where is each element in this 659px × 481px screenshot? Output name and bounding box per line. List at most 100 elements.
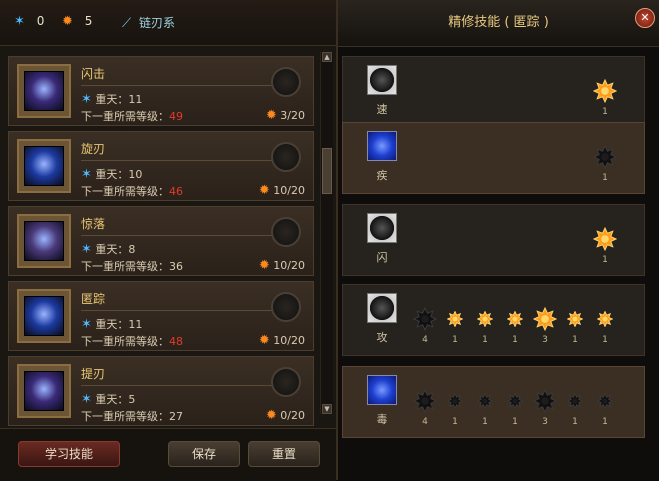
divider <box>81 310 273 311</box>
skill-row[interactable]: 惊落 ✶ 重天：8 下一重所需等级：36 ✹ 10/20 <box>8 206 314 276</box>
learn-skill-button[interactable]: 学习技能 <box>18 441 120 467</box>
refine-node[interactable]: 3 <box>533 307 557 345</box>
skill-layer: ✶ 重天：5 <box>81 391 135 407</box>
bottom-bar: 学习技能 保存 重置 <box>0 428 336 481</box>
skill-row[interactable]: 提刃 ✶ 重天：5 下一重所需等级：27 ✹ 0/20 <box>8 356 314 426</box>
orange-star-icon: ✹ <box>62 14 73 29</box>
save-button[interactable]: 保存 <box>168 441 240 467</box>
blade-icon: ⟋ <box>122 16 132 31</box>
orange-star-icon: ✹ <box>258 333 270 348</box>
next-level-requirement: 下一重所需等级：36 <box>81 258 183 274</box>
next-level-label: 下一重所需等级： <box>81 185 169 198</box>
refine-node[interactable]: 1 <box>567 393 583 427</box>
skill-list-scrollbar[interactable]: ▲ ▼ <box>320 52 333 414</box>
layer-text: 重天：10 <box>95 168 143 181</box>
refine-node[interactable]: 1 <box>593 145 617 183</box>
blue-star-count: 0 <box>36 14 45 28</box>
refine-node[interactable]: 1 <box>507 393 523 427</box>
refine-node[interactable]: 1 <box>507 311 523 345</box>
refine-node[interactable]: 1 <box>447 311 463 345</box>
refine-row-label: 疾 <box>376 169 388 182</box>
refine-node[interactable]: 1 <box>447 393 463 427</box>
next-level-value: 48 <box>169 335 183 348</box>
blue-star-icon: ✶ <box>81 242 92 257</box>
next-level-requirement: 下一重所需等级：46 <box>81 183 183 199</box>
blue-star-stat: ✶ 0 <box>14 14 44 29</box>
refine-skill-icon[interactable] <box>367 213 397 243</box>
refine-node[interactable]: 3 <box>533 389 557 427</box>
next-level-label: 下一重所需等级： <box>81 260 169 273</box>
refine-skill-icon[interactable] <box>367 375 397 405</box>
node-count: 1 <box>482 335 488 345</box>
refine-row: 闪 1 <box>342 204 645 276</box>
skill-icon-frame[interactable] <box>17 214 71 268</box>
blue-star-icon: ✶ <box>14 14 25 29</box>
blue-star-icon: ✶ <box>81 317 92 332</box>
node-count: 4 <box>422 335 428 345</box>
orange-star-icon: ✹ <box>265 108 277 123</box>
class-name: 链刃系 <box>138 16 175 30</box>
next-level-value: 36 <box>169 260 183 273</box>
refine-skill-icon[interactable] <box>367 131 397 161</box>
skill-slot-button[interactable] <box>271 367 301 397</box>
panel-title: 精修技能 ( 匿踪 ) <box>338 0 659 47</box>
skill-icon-frame[interactable] <box>17 289 71 343</box>
skill-layer: ✶ 重天：11 <box>81 91 142 107</box>
skill-slot-button[interactable] <box>271 142 301 172</box>
divider <box>81 385 273 386</box>
skill-name: 提刃 <box>81 367 106 381</box>
divider <box>81 235 273 236</box>
skill-row[interactable]: 闪击 ✶ 重天：11 下一重所需等级：49 ✹ 3/20 <box>8 56 314 126</box>
skill-slot-button[interactable] <box>271 292 301 322</box>
skill-points: ✹ 0/20 <box>266 408 305 423</box>
refine-skill-icon[interactable] <box>367 65 397 95</box>
layer-text: 重天：11 <box>95 93 143 106</box>
refine-skill-icon[interactable] <box>367 293 397 323</box>
skill-name: 惊落 <box>81 217 106 231</box>
refine-node[interactable]: 4 <box>413 389 437 427</box>
skill-slot-button[interactable] <box>271 67 301 97</box>
orange-star-stat: ✹ 5 <box>62 14 92 29</box>
orange-star-icon: ✹ <box>258 258 270 273</box>
blue-star-icon: ✶ <box>81 92 92 107</box>
refine-node[interactable]: 1 <box>477 311 493 345</box>
points-text: 10/20 <box>273 184 305 197</box>
node-count: 1 <box>452 335 458 345</box>
reset-button[interactable]: 重置 <box>248 441 320 467</box>
layer-text: 重天：11 <box>95 318 143 331</box>
skill-portrait-icon <box>24 296 64 336</box>
node-count: 1 <box>572 335 578 345</box>
skill-icon-frame[interactable] <box>17 139 71 193</box>
refine-node[interactable]: 1 <box>593 227 617 265</box>
skill-slot-button[interactable] <box>271 217 301 247</box>
next-level-label: 下一重所需等级： <box>81 335 169 348</box>
skill-points: ✹ 10/20 <box>259 183 305 198</box>
skill-row[interactable]: 旋刃 ✶ 重天：10 下一重所需等级：46 ✹ 10/20 <box>8 131 314 201</box>
skill-row[interactable]: 匿踪 ✶ 重天：11 下一重所需等级：48 ✹ 10/20 <box>8 281 314 351</box>
refine-node[interactable]: 1 <box>477 393 493 427</box>
scroll-down-button[interactable]: ▼ <box>322 404 332 414</box>
next-level-label: 下一重所需等级： <box>81 410 169 423</box>
skill-points: ✹ 10/20 <box>259 258 305 273</box>
skill-icon-frame[interactable] <box>17 64 71 118</box>
refine-node[interactable]: 1 <box>597 311 613 345</box>
refine-node[interactable]: 1 <box>567 311 583 345</box>
node-count: 1 <box>602 335 608 345</box>
skill-portrait-icon <box>24 221 64 261</box>
node-count: 1 <box>452 417 458 427</box>
divider <box>81 85 273 86</box>
node-count: 1 <box>512 335 518 345</box>
skill-name: 匿踪 <box>81 292 106 306</box>
skill-icon-frame[interactable] <box>17 364 71 418</box>
close-button[interactable]: ✕ <box>635 8 655 28</box>
refine-node[interactable]: 1 <box>593 79 617 117</box>
scroll-thumb[interactable] <box>322 148 332 194</box>
orange-star-count: 5 <box>84 14 93 28</box>
refine-node[interactable]: 4 <box>413 307 437 345</box>
node-count: 1 <box>602 107 608 117</box>
skill-layer: ✶ 重天：11 <box>81 316 142 332</box>
node-count: 1 <box>512 417 518 427</box>
skill-portrait-icon <box>24 146 64 186</box>
scroll-up-button[interactable]: ▲ <box>322 52 332 62</box>
refine-node[interactable]: 1 <box>597 393 613 427</box>
